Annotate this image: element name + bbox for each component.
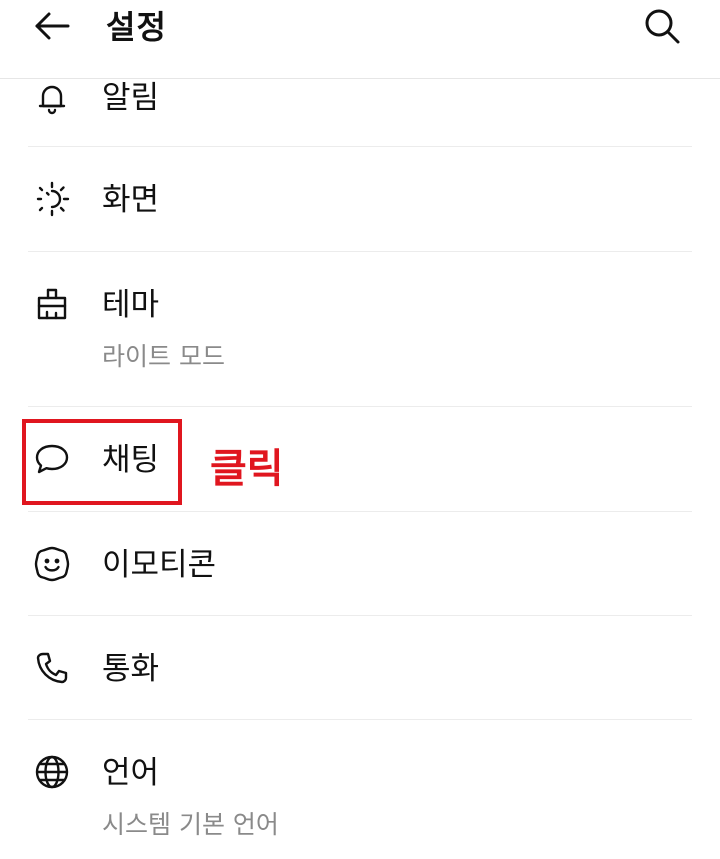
settings-item-display[interactable]: 화면 xyxy=(0,147,720,251)
settings-item-sublabel: 라이트 모드 xyxy=(102,342,225,371)
settings-item-label: 화면 xyxy=(102,182,160,218)
settings-item-label: 통화 xyxy=(102,651,160,687)
settings-item-sublabel: 시스템 기본 언어 xyxy=(102,810,279,839)
globe-icon xyxy=(32,752,72,792)
settings-item-label: 테마 xyxy=(102,287,160,323)
paint-brush-icon xyxy=(32,284,72,324)
settings-item-language[interactable]: 언어 시스템 기본 언어 xyxy=(0,720,720,859)
brightness-icon xyxy=(32,179,72,219)
back-button[interactable] xyxy=(28,6,76,46)
bell-icon xyxy=(32,78,72,118)
click-annotation: 클릭 xyxy=(210,446,284,492)
settings-item-theme[interactable]: 테마 라이트 모드 xyxy=(0,252,720,406)
search-button[interactable] xyxy=(638,4,686,48)
settings-item-label: 알림 xyxy=(102,80,160,116)
settings-item-label: 언어 xyxy=(102,755,160,791)
smiley-icon xyxy=(32,544,72,584)
page-title: 설정 xyxy=(106,8,167,46)
search-icon xyxy=(643,7,681,45)
click-highlight-box xyxy=(22,419,182,505)
app-bar: 설정 xyxy=(0,0,720,79)
settings-item-emoticon[interactable]: 이모티콘 xyxy=(0,512,720,615)
settings-item-label: 이모티콘 xyxy=(102,547,217,583)
settings-item-call[interactable]: 통화 xyxy=(0,616,720,719)
arrow-left-icon xyxy=(32,10,72,42)
phone-icon xyxy=(32,648,72,688)
settings-item-notifications[interactable]: 알림 xyxy=(0,78,720,146)
settings-screen: 알림 화면 테마 라이트 모드 채팅 이모티콘 통화 언어 시스템 기본 언어 … xyxy=(0,0,720,859)
